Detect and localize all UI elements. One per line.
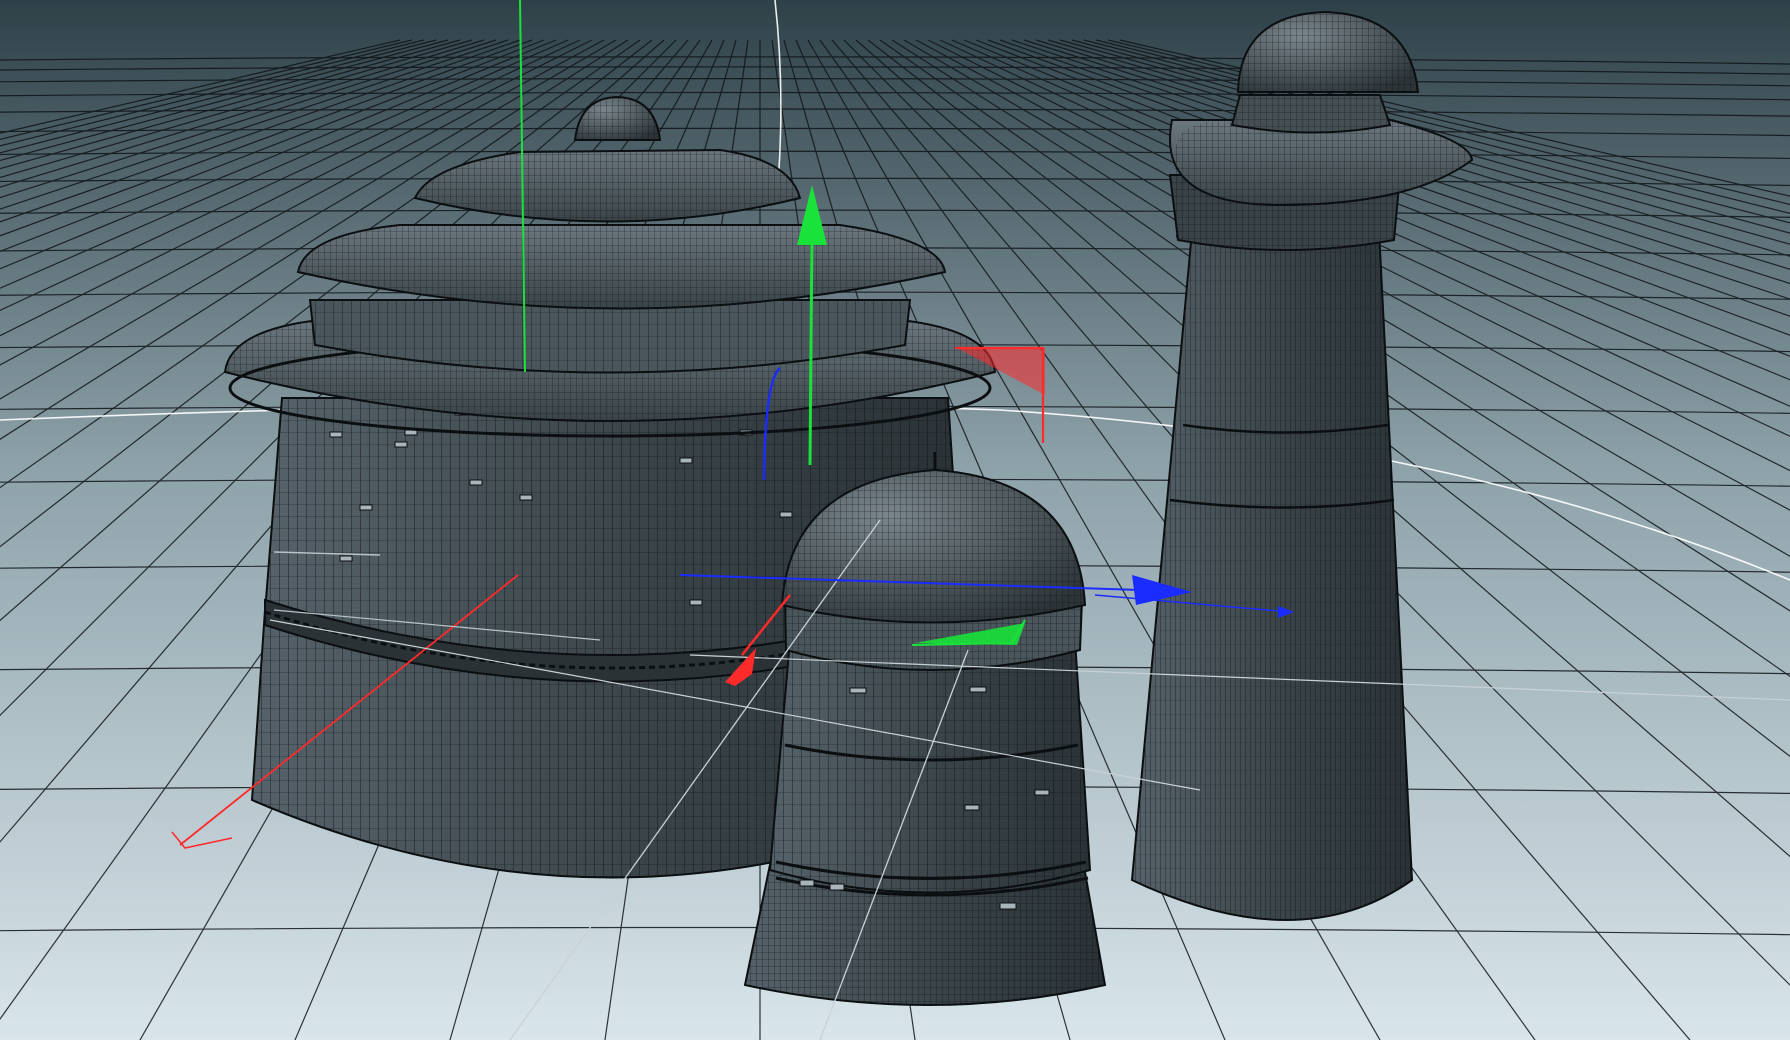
3d-viewport[interactable] [0, 0, 1790, 1040]
gizmo-y-axis-line[interactable] [808, 224, 814, 466]
scene-canvas[interactable] [0, 0, 1790, 1040]
